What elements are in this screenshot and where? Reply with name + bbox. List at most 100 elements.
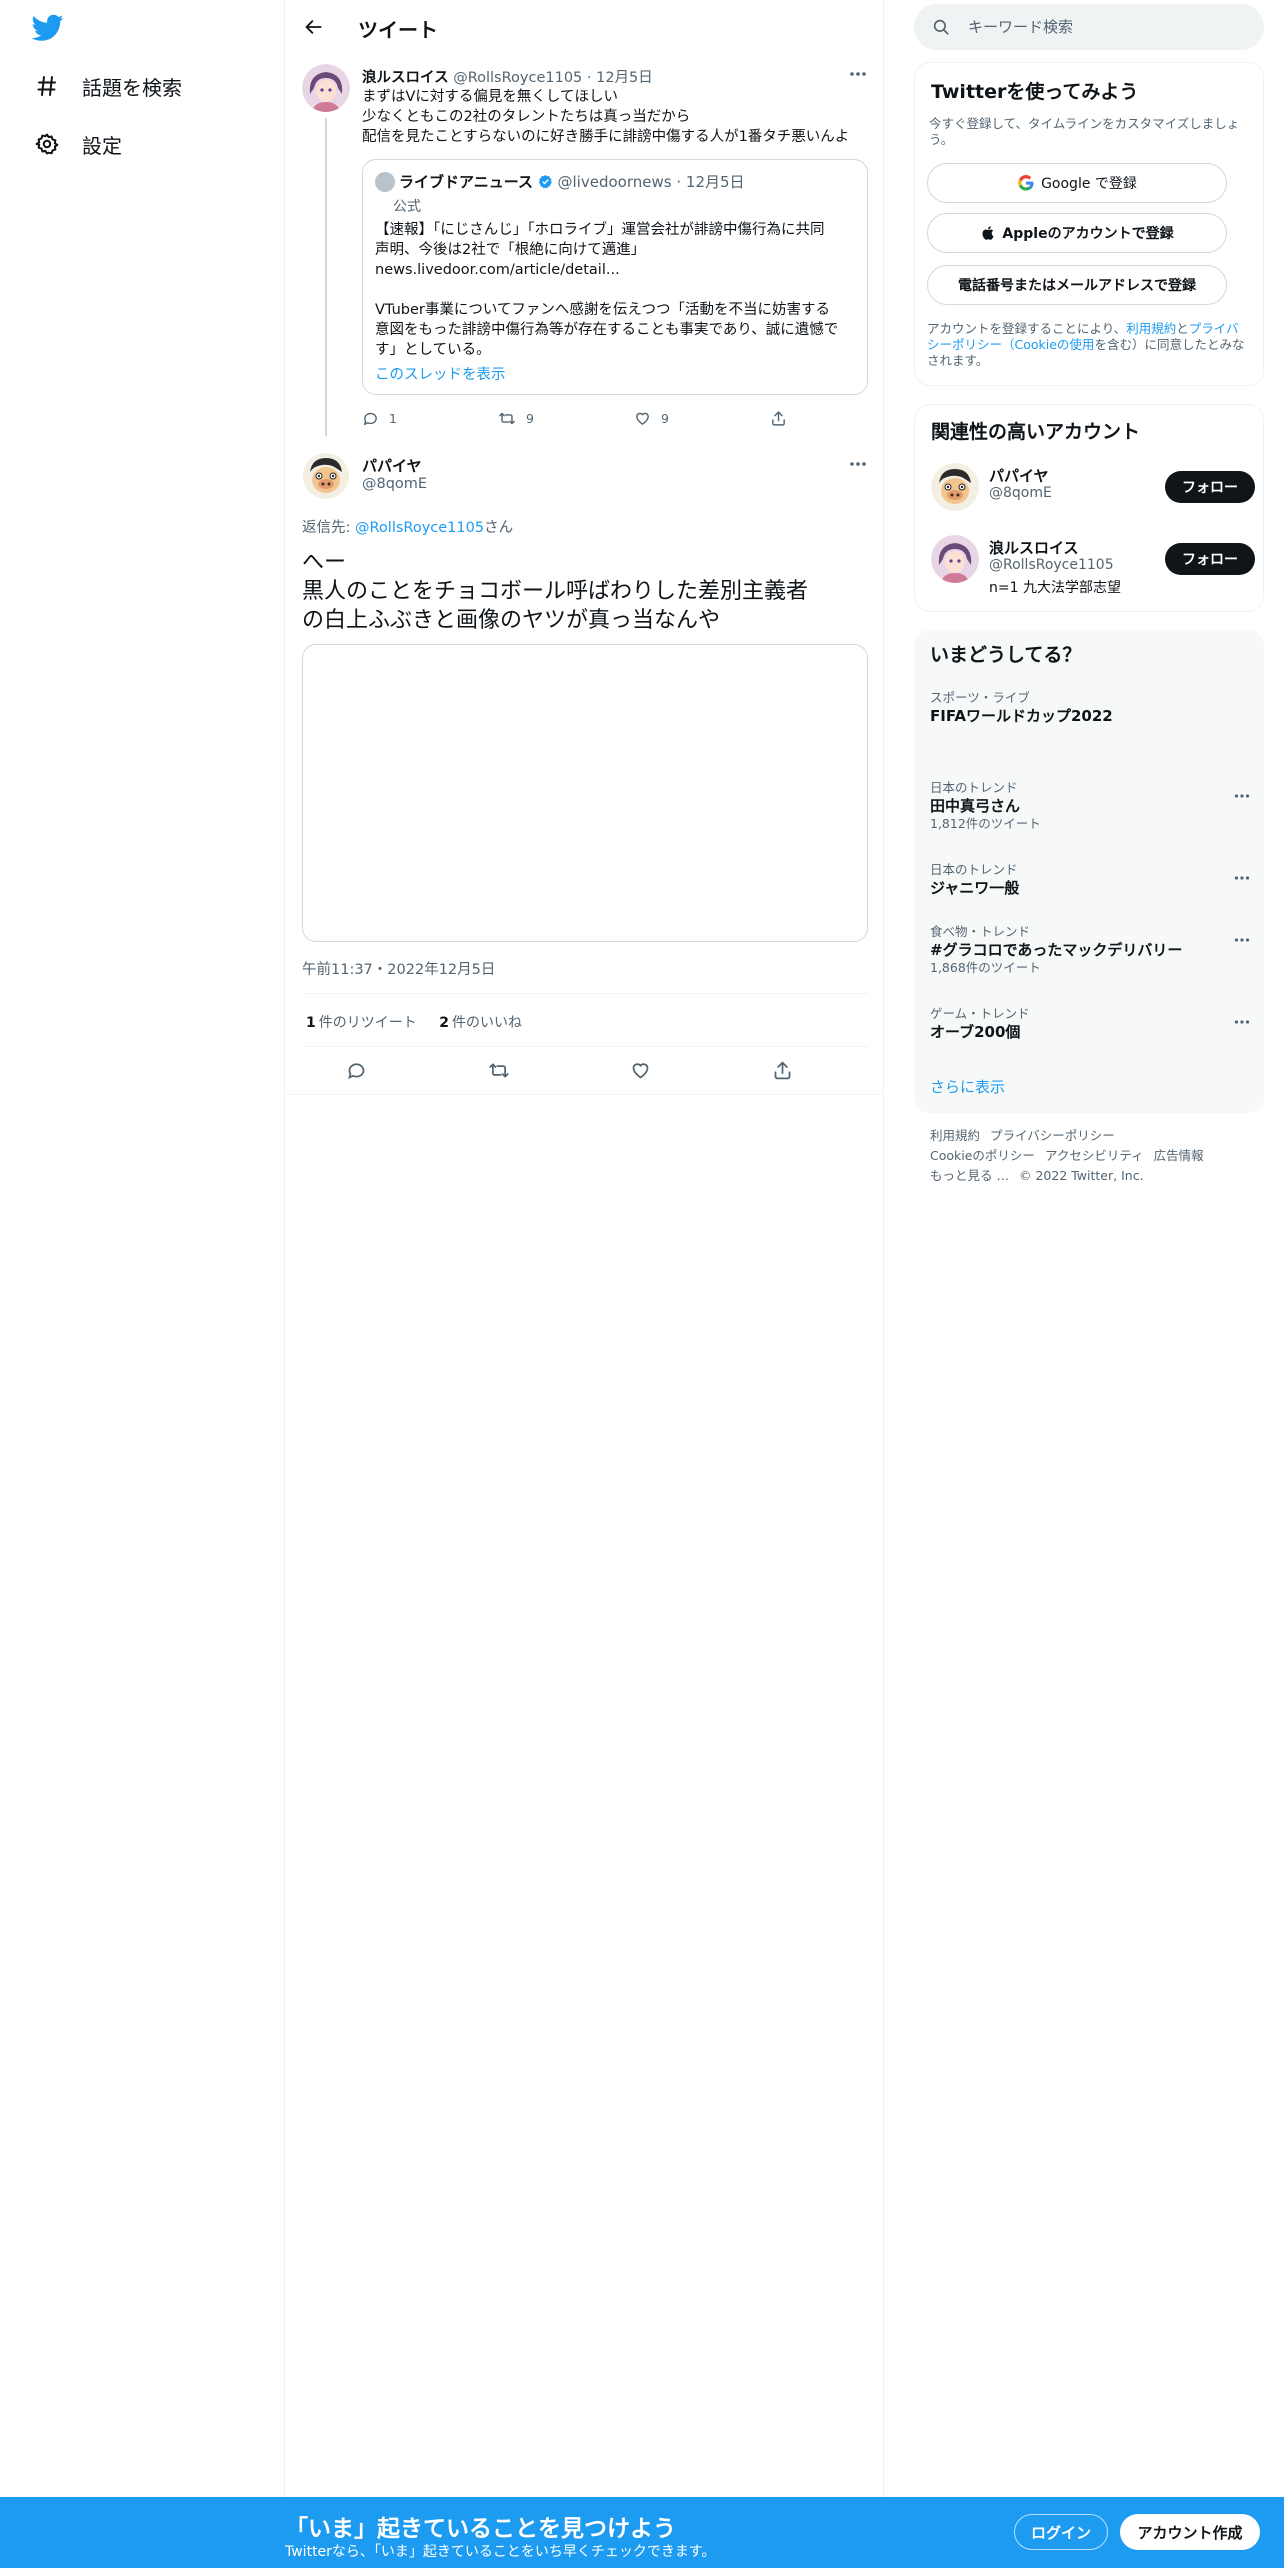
author-name[interactable]: 浪ルスロイス [362,70,449,86]
more-dots-icon[interactable] [1234,784,1250,803]
quote-text: 【速報】「にじさんじ」「ホロライブ」運営会社が誹謗中傷行為に共同 声明、今後は2… [375,220,859,360]
retweet-button[interactable]: 9 [498,410,534,427]
share-button[interactable] [772,1060,803,1081]
trend-item[interactable]: 日本のトレンド 田中真弓さん 1,812件のツイート [930,780,1250,832]
divider [286,1094,884,1095]
reply-button[interactable] [346,1060,377,1081]
reply-prefix: 返信先: [302,520,355,536]
create-account-button[interactable]: アカウント作成 [1120,2514,1260,2550]
reply-button[interactable]: 1 [362,410,397,427]
more-options-button[interactable] [846,456,870,472]
trend-item[interactable]: ゲーム・トレンド オーブ200個 [930,1006,1250,1042]
account-row[interactable]: 浪ルスロイス @RollsRoyce1105 n=1 九大法学部志望 フォロー [931,535,1255,596]
trend-category: 日本のトレンド [930,780,1018,795]
nav-item-settings[interactable]: 設定 [20,116,136,172]
tweet-line: 黒人のことをチョコボール呼ばわりした差別主義者 [302,579,809,604]
search-bar[interactable] [914,4,1264,50]
show-more-link[interactable]: さらに表示 [930,1076,1005,1097]
author-handle[interactable]: @8qomE [362,476,427,492]
tweet-text: まずはVに対する偏見を無くしてほしい 少なくともこの2社のタレントたちは真っ当だ… [362,87,872,147]
trend-count: 1,812件のツイート [930,816,1041,831]
nav-item-explore[interactable]: 話題を検索 [20,58,196,114]
terms-text: アカウントを登録することにより、利用規約とプライバシーポリシー（Cookieの使… [927,321,1249,369]
account-handle: @RollsRoyce1105 [989,557,1114,573]
author-handle[interactable]: @RollsRoyce1105 [453,70,582,86]
more-dots-icon[interactable] [1234,866,1250,885]
follow-button[interactable]: フォロー [1165,471,1255,503]
signup-title: Twitterを使ってみよう [931,81,1139,103]
author-name: ライブドアニュース [399,173,533,191]
trend-title: ジャニワ一般 [930,879,1020,897]
more-dots-icon [850,462,866,466]
tweet-date[interactable]: 12月5日 [596,70,653,86]
author-name[interactable]: パパイヤ [362,455,422,476]
quote-line: 意図をもった誹謗中傷行為等が存在することも事実であり、誠に遺憾で [375,322,839,338]
bottom-bar-title: 「いま」起きていることを見つけよう [285,2516,676,2542]
footer-link[interactable]: Cookieのポリシー [930,1148,1035,1163]
twitter-bird-icon[interactable] [31,14,64,42]
account-bio: n=1 九大法学部志望 [989,580,1121,596]
google-signup-button[interactable]: Google で登録 [927,163,1227,203]
phone-email-signup-button[interactable]: 電話番号またはメールアドレスで登録 [927,265,1227,305]
tweet-text: へー 黒人のことをチョコボール呼ばわりした差別主義者 の白上ふぶきと画像のヤツが… [302,548,872,635]
arrow-left-icon [305,20,322,34]
more-dots-icon[interactable] [1234,1010,1250,1029]
terms-link[interactable]: 利用規約 [1126,321,1176,336]
tweet-date: 12月5日 [685,173,745,191]
share-button[interactable] [770,410,797,427]
tweet-header: 浪ルスロイス @RollsRoyce1105 · 12月5日 [362,66,872,86]
bottom-signup-bar: 「いま」起きていることを見つけよう Twitterなら、「いま」起きていることを… [0,2497,1284,2568]
trend-item[interactable]: 日本のトレンド ジャニワ一般 [930,862,1250,898]
account-name: 浪ルスロイス [989,539,1079,557]
avatar[interactable] [302,452,350,500]
show-thread-link[interactable]: このスレッドを表示 [375,363,506,384]
bottom-bar-subtitle: Twitterなら、「いま」起きていることをいち早くチェックできます。 [285,2544,716,2560]
apple-signup-button[interactable]: Appleのアカウントで登録 [927,213,1227,253]
like-stat[interactable]: 2 件のいいね [439,1015,522,1031]
footer-link[interactable]: もっと見る … [930,1168,1009,1183]
signup-card: Twitterを使ってみよう 今すぐ登録して、タイムラインをカスタマイズしましょ… [914,62,1264,386]
tweet-actions [302,1060,868,1082]
trend-category: 日本のトレンド [930,862,1018,877]
heart-icon [632,1063,649,1079]
avatar [931,535,979,583]
reply-to-handle-link[interactable]: @RollsRoyce1105 [355,520,484,536]
share-icon [774,1061,791,1080]
avatar[interactable] [302,64,350,112]
footer-link[interactable]: 広告情報 [1154,1148,1204,1163]
related-title: 関連性の高いアカウント [931,421,1141,443]
quote-header: ライブドアニュース @livedoornews · 12月5日 [399,171,745,192]
retweet-stat[interactable]: 1 件のリツイート [306,1015,417,1031]
retweet-button[interactable] [488,1060,520,1081]
retweet-count: 9 [526,411,534,426]
login-button[interactable]: ログイン [1014,2514,1108,2550]
avatar [375,172,395,192]
trend-category: 食べ物・トレンド [930,924,1031,939]
footer-link[interactable]: プライバシーポリシー [990,1128,1115,1143]
like-stat-count: 2 [439,1015,449,1031]
footer-link[interactable]: 利用規約 [930,1128,980,1143]
tweet-media[interactable] [302,644,868,942]
heart-icon [636,412,649,426]
copyright: © 2022 Twitter, Inc. [1018,1168,1144,1183]
trend-item[interactable]: 食べ物・トレンド #グラコロであったマックデリバリー 1,868件のツイート [930,924,1250,976]
footer-link[interactable]: アクセシビリティ [1045,1148,1144,1163]
quote-line: VTuber事業についてファンへ感謝を伝えつつ「活動を不当に妨害する [375,302,830,318]
related-accounts-card: 関連性の高いアカウント パパイヤ @8qomE フォロー 浪ルスロイス @Rol… [914,404,1264,612]
more-dots-icon[interactable] [1234,928,1250,947]
quote-line: す」としている。 [375,342,491,358]
trend-item[interactable]: スポーツ・ライブ FIFAワールドカップ2022 [930,690,1250,726]
like-button[interactable] [630,1060,661,1081]
page-title: ツイート [358,18,438,42]
more-options-button[interactable] [846,66,870,82]
account-row[interactable]: パパイヤ @8qomE フォロー [931,463,1255,519]
official-label: 公式 [393,199,421,215]
follow-button[interactable]: フォロー [1165,543,1255,575]
like-button[interactable]: 9 [634,410,669,427]
tweet-timestamp[interactable]: 午前11:37・2022年12月5日 [302,958,495,979]
reply-icon [348,1063,365,1080]
quoted-tweet[interactable]: ライブドアニュース @livedoornews · 12月5日 公式 【速報】「… [362,159,868,395]
back-button[interactable] [296,9,332,45]
search-input[interactable] [968,18,1228,36]
search-icon [932,18,950,36]
